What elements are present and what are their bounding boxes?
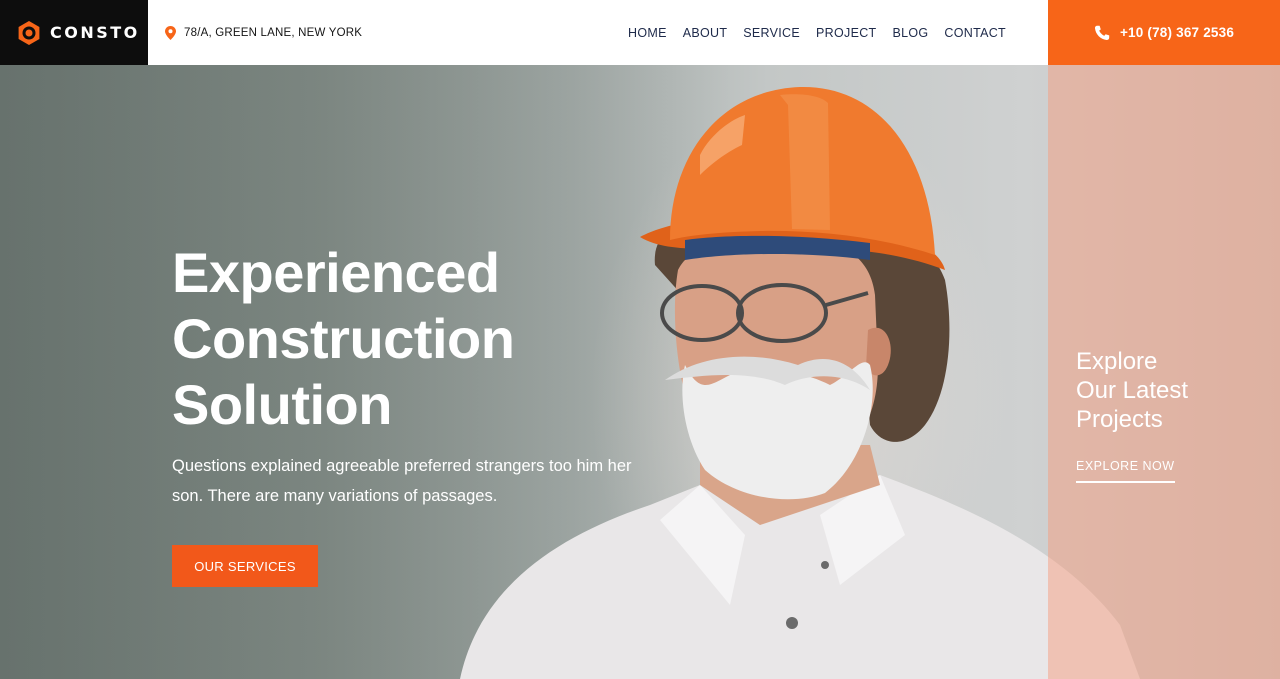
hero-section: Experienced Construction Solution Questi…	[0, 65, 1280, 679]
nav-contact[interactable]: CONTACT	[944, 26, 1006, 40]
nav-project[interactable]: PROJECT	[816, 26, 876, 40]
nav-service[interactable]: SERVICE	[743, 26, 800, 40]
nav-home[interactable]: HOME	[628, 26, 667, 40]
explore-title-line: Our Latest	[1076, 377, 1189, 404]
explore-projects-panel: Explore Our Latest Projects EXPLORE NOW	[1048, 65, 1280, 679]
hero-title: Experienced Construction Solution	[172, 240, 632, 438]
phone-icon	[1094, 25, 1110, 40]
map-pin-icon	[165, 25, 176, 40]
nav-blog[interactable]: BLOG	[892, 26, 928, 40]
main-nav: HOME ABOUT SERVICE PROJECT BLOG CONTACT	[612, 0, 1006, 65]
explore-title-line: Explore	[1076, 348, 1158, 375]
address-text: 78/A, GREEN LANE, NEW YORK	[184, 26, 363, 39]
header-address: 78/A, GREEN LANE, NEW YORK	[165, 0, 362, 65]
header-phone[interactable]: +10 (78) 367 2536	[1048, 0, 1280, 65]
site-header: CONSTO 78/A, GREEN LANE, NEW YORK HOME A…	[0, 0, 1280, 65]
explore-title-line: Projects	[1076, 406, 1163, 433]
nav-about[interactable]: ABOUT	[683, 26, 728, 40]
hero-title-line: Solution	[172, 373, 392, 436]
our-services-button[interactable]: OUR SERVICES	[172, 545, 318, 587]
explore-now-link[interactable]: EXPLORE NOW	[1076, 459, 1175, 483]
hero-description: Questions explained agreeable preferred …	[172, 457, 632, 505]
explore-title: Explore Our Latest Projects	[1076, 347, 1256, 434]
hero-title-line: Experienced	[172, 241, 500, 304]
logo-text: CONSTO	[50, 23, 140, 42]
hexagon-logo-icon	[18, 20, 40, 45]
hero-title-line: Construction	[172, 307, 515, 370]
phone-number: +10 (78) 367 2536	[1119, 25, 1235, 40]
logo[interactable]: CONSTO	[0, 0, 148, 65]
